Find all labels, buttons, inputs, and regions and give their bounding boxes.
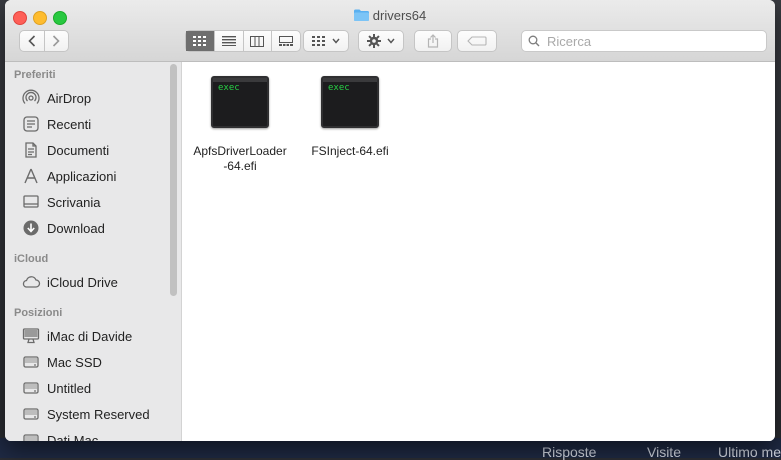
applications-icon	[21, 167, 41, 185]
window-title-text: drivers64	[372, 8, 427, 23]
download-icon	[21, 219, 41, 237]
sidebar-item-label: Recenti	[47, 116, 92, 132]
sidebar-item-system-reserved[interactable]: System Reserved	[21, 403, 171, 425]
view-mode-group	[185, 30, 301, 52]
tag-icon	[467, 36, 487, 46]
sidebar-item-label: Untitled	[47, 380, 92, 396]
tags-button[interactable]	[457, 30, 497, 52]
sidebar-item-label: Dati Mac	[47, 432, 99, 442]
sidebar-scrollbar-thumb[interactable]	[170, 64, 177, 296]
sidebar-scrollbar[interactable]	[170, 64, 177, 296]
grid-group-icon	[312, 36, 325, 46]
list-view-button[interactable]	[213, 31, 243, 51]
sidebar-item-label: Download	[47, 220, 105, 236]
exec-file-icon: exec	[321, 76, 379, 128]
sidebar-section-posizioni: Posizioni	[14, 307, 63, 319]
chevron-left-icon	[28, 35, 35, 47]
file-name: FSInject-64.efi	[311, 144, 389, 158]
disk-icon	[21, 379, 41, 397]
search-field[interactable]	[521, 30, 767, 52]
sidebar-item-airdrop[interactable]: AirDrop	[21, 87, 171, 109]
finder-window: drivers64 Ricerca Preferiti AirDrop Rece…	[5, 0, 775, 441]
sidebar-item-mac-ssd[interactable]: Mac SSD	[21, 351, 171, 373]
back-button[interactable]	[20, 31, 44, 51]
airdrop-icon	[21, 89, 41, 107]
navigation-group	[19, 30, 69, 52]
file-item-fsinject[interactable]: exec FSInject-64.efi	[295, 76, 405, 159]
chevron-down-icon	[387, 38, 395, 44]
columns-icon	[250, 35, 265, 47]
sidebar: Preferiti AirDrop Recenti Documenti Appl…	[5, 62, 182, 441]
imac-icon	[21, 327, 41, 345]
gallery-view-button[interactable]	[271, 31, 300, 51]
exec-file-icon: exec	[211, 76, 269, 128]
sidebar-item-label: Mac SSD	[47, 354, 102, 370]
sidebar-item-icloud-drive[interactable]: iCloud Drive	[21, 271, 171, 293]
sidebar-item-scrivania[interactable]: Scrivania	[21, 191, 171, 213]
sidebar-item-dati-mac[interactable]: Dati Mac	[21, 429, 171, 441]
icon-view-button[interactable]	[186, 31, 214, 51]
search-input[interactable]	[545, 32, 749, 50]
disk-icon	[21, 353, 41, 371]
sidebar-item-label: Applicazioni	[47, 168, 117, 184]
forward-button[interactable]	[43, 31, 69, 51]
file-browser-content: exec ApfsDriverLoader -64.efi exec FSInj…	[182, 62, 775, 441]
sidebar-item-label: AirDrop	[47, 90, 92, 106]
file-name: ApfsDriverLoader -64.efi	[193, 144, 287, 173]
sidebar-section-preferiti: Preferiti	[14, 69, 56, 81]
sidebar-item-label: Documenti	[47, 142, 110, 158]
sidebar-item-imac[interactable]: iMac di Davide	[21, 325, 171, 347]
clock-icon	[21, 115, 41, 133]
document-icon	[21, 141, 41, 159]
gallery-icon	[279, 35, 294, 46]
sidebar-item-documenti[interactable]: Documenti	[21, 139, 171, 161]
sidebar-item-label: System Reserved	[47, 406, 150, 422]
sidebar-item-untitled[interactable]: Untitled	[21, 377, 171, 399]
sidebar-item-download[interactable]: Download	[21, 217, 171, 239]
sidebar-item-recenti[interactable]: Recenti	[21, 113, 171, 135]
chevron-down-icon	[332, 38, 340, 44]
column-view-button[interactable]	[242, 31, 272, 51]
window-title: drivers64	[5, 8, 775, 23]
sidebar-item-label: iCloud Drive	[47, 274, 118, 290]
sidebar-item-applicazioni[interactable]: Applicazioni	[21, 165, 171, 187]
list-icon	[221, 36, 236, 46]
sidebar-item-label: iMac di Davide	[47, 328, 133, 344]
sidebar-item-label: Scrivania	[47, 194, 101, 210]
search-icon	[528, 35, 540, 47]
sidebar-section-icloud: iCloud	[14, 253, 49, 265]
desktop-icon	[21, 193, 41, 211]
file-item-apfsdriverloader[interactable]: exec ApfsDriverLoader -64.efi	[185, 76, 295, 174]
gear-icon	[367, 34, 381, 48]
share-icon	[427, 34, 439, 48]
share-button[interactable]	[414, 30, 452, 52]
cloud-icon	[21, 273, 41, 291]
disk-icon	[21, 431, 41, 441]
chevron-right-icon	[53, 35, 60, 47]
titlebar: drivers64	[5, 0, 775, 62]
folder-icon	[353, 9, 369, 21]
icon-grid-icon	[192, 36, 206, 46]
group-by-button[interactable]	[303, 30, 349, 52]
action-button[interactable]	[358, 30, 404, 52]
disk-icon	[21, 405, 41, 423]
